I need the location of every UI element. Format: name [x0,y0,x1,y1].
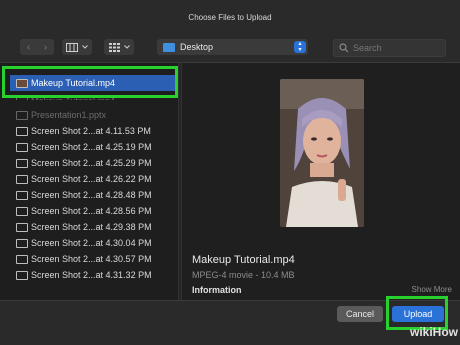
file-row[interactable]: Screen Shot 2...at 4.30.57 PM [10,251,178,267]
image-file-icon [16,207,28,216]
file-list: Makeup Tutorial.mp4 Makeup Tutorial.mp4 … [0,63,178,300]
search-icon [339,43,349,53]
image-file-icon [16,143,28,152]
file-name: Makeup Tutorial.mp4 [31,78,116,88]
file-name: Screen Shot 2...at 4.29.38 PM [31,222,152,232]
upload-button[interactable]: Upload [392,306,444,322]
document-icon [16,111,28,120]
watermark-logo: wikiHow [410,325,459,339]
search-field[interactable]: Search [333,39,446,57]
title-bar: Choose Files to Upload [0,0,460,34]
preview-file-name: Makeup Tutorial.mp4 [192,254,295,266]
forward-button[interactable]: › [37,39,54,55]
image-file-icon [16,223,28,232]
file-row[interactable]: Screen Shot 2...at 4.30.04 PM [10,235,178,251]
image-file-icon [16,271,28,280]
file-name: Screen Shot 2...at 4.25.19 PM [31,142,152,152]
file-row[interactable]: Screen Shot 2...at 4.29.38 PM [10,219,178,235]
file-name: Makeup Tutorial.mp4 [31,96,116,106]
video-file-icon [16,79,28,88]
updown-chevron-icon: ▴ ▾ [294,41,306,53]
video-file-icon [16,97,28,100]
view-grid-button[interactable] [104,39,134,55]
file-name: Screen Shot 2...at 4.31.32 PM [31,270,152,280]
navigation-buttons: ‹ › [20,39,54,55]
video-thumbnail [280,79,364,227]
image-file-icon [16,191,28,200]
image-file-icon [16,127,28,136]
file-row[interactable]: Presentation1.pptx [10,107,178,123]
image-file-icon [16,159,28,168]
file-name: Screen Shot 2...at 4.11.53 PM [31,126,151,136]
view-columns-button[interactable] [62,39,92,55]
file-name: Screen Shot 2...at 4.30.04 PM [31,238,152,248]
image-file-icon [16,175,28,184]
file-row[interactable]: Screen Shot 2...at 4.28.56 PM [10,203,178,219]
file-row[interactable]: Screen Shot 2...at 4.28.48 PM [10,187,178,203]
file-name: Presentation1.pptx [31,110,107,120]
back-button[interactable]: ‹ [20,39,37,55]
preview-pane: Makeup Tutorial.mp4 MPEG-4 movie - 10.4 … [182,63,460,300]
location-label: Desktop [180,42,214,52]
grid-icon [108,42,120,52]
chevron-down-icon [123,45,130,49]
file-row[interactable]: Screen Shot 2...at 4.26.22 PM [10,171,178,187]
file-name: Screen Shot 2...at 4.25.29 PM [31,158,152,168]
file-row[interactable]: Screen Shot 2...at 4.25.19 PM [10,139,178,155]
information-heading: Information [192,285,242,295]
file-upload-dialog: Choose Files to Upload ‹ › Desktop ▴ ▾ Se… [0,0,460,345]
file-row[interactable]: Screen Shot 2...at 4.25.29 PM [10,155,178,171]
columns-icon [66,42,78,52]
image-file-icon [16,239,28,248]
dialog-footer [0,300,460,345]
preview-file-meta: MPEG-4 movie - 10.4 MB [192,270,295,280]
chevron-left-icon: ‹ [26,41,31,53]
file-name: Screen Shot 2...at 4.28.48 PM [31,190,152,200]
file-row[interactable]: Screen Shot 2...at 4.31.32 PM [10,267,178,283]
show-more-link[interactable]: Show More [412,285,452,294]
cancel-button[interactable]: Cancel [337,306,383,322]
chevron-down-icon [82,45,88,49]
location-dropdown[interactable]: Desktop ▴ ▾ [157,39,308,55]
file-name: Screen Shot 2...at 4.26.22 PM [31,174,152,184]
folder-icon [163,43,175,52]
file-row[interactable]: Screen Shot 2...at 4.11.53 PM [10,123,178,139]
file-name: Screen Shot 2...at 4.30.57 PM [31,254,152,264]
file-name: Screen Shot 2...at 4.28.56 PM [31,206,152,216]
file-row[interactable]: Makeup Tutorial.mp4 [10,75,178,91]
image-file-icon [16,255,28,264]
dialog-title: Choose Files to Upload [188,13,272,22]
search-placeholder: Search [353,43,382,53]
chevron-right-icon: › [43,41,48,53]
toolbar: ‹ › Desktop ▴ ▾ Search [0,34,460,62]
